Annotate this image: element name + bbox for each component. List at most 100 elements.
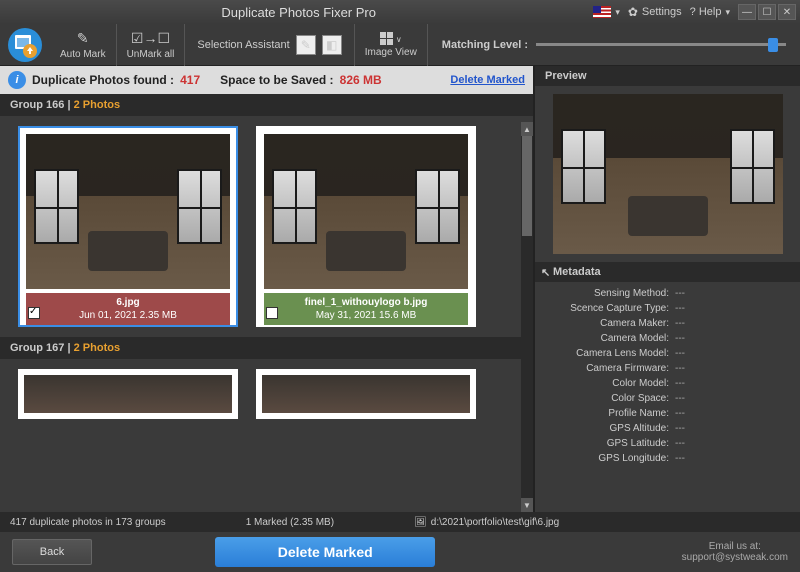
photo-caption: 6.jpg Jun 01, 2021 2.35 MB <box>26 293 230 325</box>
cursor-icon: ↖ <box>541 266 550 279</box>
photo-card-selected[interactable]: 6.jpg Jun 01, 2021 2.35 MB <box>18 126 238 327</box>
photo-checkbox[interactable] <box>28 307 40 319</box>
sel-tool-1-button[interactable]: ✎ <box>296 35 316 55</box>
photo-filename: finel_1_withouylogo b.jpg <box>268 297 464 308</box>
scroll-down-button[interactable]: ▼ <box>521 498 533 512</box>
group-header: Group 167 | 2 Photos <box>0 337 533 359</box>
scroll-thumb[interactable] <box>522 136 532 236</box>
metadata-key: Camera Model: <box>545 333 675 344</box>
matching-level-slider[interactable] <box>536 43 786 46</box>
save-label: Space to be Saved : <box>220 73 333 87</box>
unmark-all-button[interactable]: ☑→☐ UnMark all <box>117 24 186 66</box>
group-photos-label: Photos <box>83 99 120 111</box>
metadata-value: --- <box>675 438 685 449</box>
metadata-header: ↖ Metadata <box>535 262 800 282</box>
photo-meta: Jun 01, 2021 2.35 MB <box>30 310 226 321</box>
help-link[interactable]: ? Help <box>690 6 722 18</box>
metadata-value: --- <box>675 318 685 329</box>
photo-filename: 6.jpg <box>30 297 226 308</box>
photo-caption: finel_1_withouylogo b.jpg May 31, 2021 1… <box>264 293 468 325</box>
sel-tool-2-button[interactable]: ◧ <box>322 35 342 55</box>
close-button[interactable]: ✕ <box>778 4 796 20</box>
unmark-all-label: UnMark all <box>127 49 175 60</box>
photo-thumbnail[interactable] <box>264 134 468 289</box>
group-count: 2 <box>74 99 80 111</box>
help-dropdown[interactable]: ▾ <box>725 7 730 18</box>
grid-icon <box>380 32 393 45</box>
photo-meta: May 31, 2021 15.6 MB <box>268 310 464 321</box>
delete-marked-link[interactable]: Delete Marked <box>450 74 525 86</box>
metadata-row: GPS Latitude:--- <box>535 436 800 451</box>
toolbar: ✎ Auto Mark ☑→☐ UnMark all Selection Ass… <box>0 24 800 66</box>
minimize-button[interactable]: — <box>738 4 756 20</box>
metadata-value: --- <box>675 303 685 314</box>
save-value: 826 MB <box>340 73 382 87</box>
metadata-key: Camera Firmware: <box>545 363 675 374</box>
group-count: 2 <box>74 342 80 354</box>
group-name: Group 167 <box>10 342 64 354</box>
chevron-down-icon: ∨ <box>396 35 402 44</box>
unmark-icon: ☑→☐ <box>131 30 170 47</box>
photo-thumbnail[interactable] <box>24 375 232 413</box>
file-icon: 🖼 <box>414 517 427 528</box>
photo-card[interactable]: finel_1_withouylogo b.jpg May 31, 2021 1… <box>256 126 476 327</box>
stats-bar: i Duplicate Photos found : 417 Space to … <box>0 66 533 94</box>
metadata-row: Color Space:--- <box>535 391 800 406</box>
settings-icon[interactable]: ✿ <box>628 5 638 19</box>
photo-thumbnail[interactable] <box>26 134 230 289</box>
matching-level: Matching Level : <box>428 39 800 51</box>
metadata-value: --- <box>675 288 685 299</box>
scroll-up-button[interactable]: ▲ <box>521 122 533 136</box>
metadata-panel: Sensing Method:---Scence Capture Type:--… <box>535 282 800 512</box>
status-summary: 417 duplicate photos in 173 groups <box>10 517 166 528</box>
metadata-value: --- <box>675 378 685 389</box>
metadata-value: --- <box>675 348 685 359</box>
settings-link[interactable]: Settings <box>642 6 682 18</box>
image-view-button[interactable]: ∨ Image View <box>355 24 428 66</box>
found-count: 417 <box>180 73 200 87</box>
info-icon: i <box>8 71 26 89</box>
metadata-value: --- <box>675 393 685 404</box>
group-photos-label: Photos <box>83 342 120 354</box>
flag-icon[interactable] <box>593 6 611 18</box>
metadata-value: --- <box>675 423 685 434</box>
maximize-button[interactable]: ☐ <box>758 4 776 20</box>
metadata-value: --- <box>675 363 685 374</box>
lang-dropdown[interactable]: ▾ <box>615 7 620 18</box>
scrollbar[interactable]: ▲ ▼ <box>521 122 533 512</box>
status-path: 🖼 d:\2021\portfolio\test\gif\6.jpg <box>414 517 559 528</box>
found-label: Duplicate Photos found : <box>32 73 174 87</box>
bottom-bar: Back Delete Marked Email us at: support@… <box>0 532 800 572</box>
app-title: Duplicate Photos Fixer Pro <box>4 5 593 20</box>
image-view-label: Image View <box>365 47 417 58</box>
back-button[interactable]: Back <box>12 539 92 565</box>
metadata-row: GPS Altitude:--- <box>535 421 800 436</box>
matching-level-label: Matching Level : <box>442 39 528 51</box>
selection-assistant: Selection Assistant ✎ ◧ <box>185 24 354 66</box>
email-info: Email us at: support@systweak.com <box>682 541 788 563</box>
photo-checkbox[interactable] <box>266 307 278 319</box>
delete-marked-button[interactable]: Delete Marked <box>215 537 435 567</box>
metadata-row: Scence Capture Type:--- <box>535 301 800 316</box>
photo-card[interactable] <box>256 369 476 419</box>
preview-image <box>553 94 783 254</box>
metadata-row: Camera Firmware:--- <box>535 361 800 376</box>
group-header: Group 166 | 2 Photos <box>0 94 533 116</box>
metadata-value: --- <box>675 333 685 344</box>
metadata-key: Scence Capture Type: <box>545 303 675 314</box>
metadata-value: --- <box>675 453 685 464</box>
photo-card[interactable] <box>18 369 238 419</box>
metadata-row: Color Model:--- <box>535 376 800 391</box>
selection-assistant-label: Selection Assistant <box>197 39 289 51</box>
metadata-value: --- <box>675 408 685 419</box>
photo-thumbnail[interactable] <box>262 375 470 413</box>
metadata-row: Camera Maker:--- <box>535 316 800 331</box>
auto-mark-label: Auto Mark <box>60 49 106 60</box>
results-panel: Group 166 | 2 Photos 6.jpg Jun 01, 2021 … <box>0 94 533 512</box>
title-bar: Duplicate Photos Fixer Pro ▾ ✿ Settings … <box>0 0 800 24</box>
metadata-key: GPS Longitude: <box>545 453 675 464</box>
support-email[interactable]: support@systweak.com <box>682 552 788 563</box>
auto-mark-button[interactable]: ✎ Auto Mark <box>50 24 117 66</box>
slider-thumb[interactable] <box>768 38 778 52</box>
status-marked: 1 Marked (2.35 MB) <box>246 517 334 528</box>
